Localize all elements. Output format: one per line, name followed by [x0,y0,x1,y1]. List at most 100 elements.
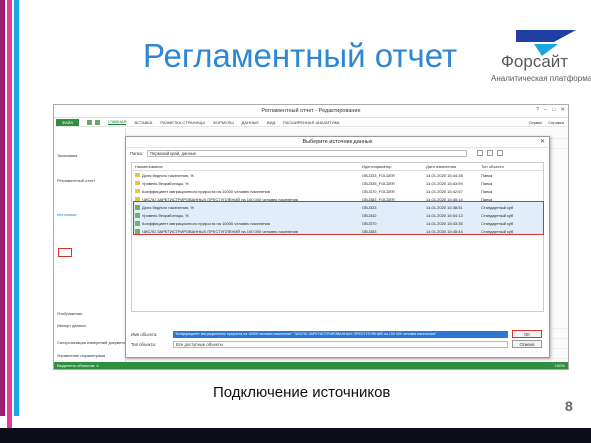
dialog-title: Выберите источник данных [302,139,373,145]
logo-subtitle: Аналитическая платформа [491,74,591,83]
folder-icon [135,189,140,193]
new-folder-icon[interactable] [487,150,494,156]
file-name-cell: Уровень безработицы, % [132,181,362,186]
undo-icon[interactable] [95,119,101,125]
accent-bar-blue [14,0,19,416]
accent-bar-purple [0,0,5,416]
group-label: Экономика [57,153,78,158]
file-id: OBJ335_FOLDER [362,180,395,186]
ok-button[interactable]: OK [512,330,542,338]
dialog-footer: Имя объекта: "Коэффициент миграционного … [131,329,544,349]
file-name-cell: ЧИСЛО ЗАРЕГИСТРИРОВАННЫХ ПРЕСТУПЛЕНИЙ на… [132,228,362,234]
path-label: Папка: [130,150,144,156]
file-name: Доля бедного населения, % [142,172,194,178]
file-type: Стандартный куб [481,212,514,218]
col-id[interactable]: Идентификатор [362,164,426,169]
zoom-level[interactable]: 100% [555,363,568,368]
up-folder-icon[interactable] [477,150,484,156]
report-name[interactable]: Регламентный отчет [57,178,95,183]
file-row[interactable]: Уровень безработицы, % OBJ335_FOLDER 14.01… [132,179,543,187]
file-row[interactable]: Коэффициент миграционного прироста на 10… [132,187,543,195]
col-name[interactable]: Наименование [132,164,362,169]
file-date: 14.01.2020 15:38:51 [426,204,463,210]
params-label[interactable]: Управление параметрами [57,353,105,358]
folder-icon [135,173,140,177]
path-toolbar [477,150,504,156]
file-date: 14.01.2020 15:42:57 [426,188,463,194]
col-type[interactable]: Тип объекта [481,164,541,169]
folder-icon [135,181,140,185]
object-name-field[interactable]: "Коэффициент миграционного прироста на 1… [173,330,508,338]
file-row[interactable]: ЧИСЛО ЗАРЕГИСТРИРОВАННЫХ ПРЕСТУПЛЕНИЙ на… [132,195,543,203]
maximize-icon[interactable]: □ [552,107,555,113]
tab-data[interactable]: ДАННЫЕ [242,120,259,125]
file-row[interactable]: ЧИСЛО ЗАРЕГИСТРИРОВАННЫХ ПРЕСТУПЛЕНИЙ на… [132,227,543,235]
file-name: Коэффициент миграционного прироста на 10… [142,220,270,226]
dialog-title-bar: Выберите источник данных ✕ [126,137,549,148]
tab-layout[interactable]: РАЗМЕТКА СТРАНИЦЫ [160,120,205,125]
help-icon[interactable]: ? [536,107,539,113]
slide-caption: Подключение источников [213,384,391,401]
tab-formulas[interactable]: ФОРМУЛЫ [213,120,234,125]
file-id: OBJ370 [362,220,377,226]
file-name-cell: Коэффициент миграционного прироста на 10… [132,220,362,226]
file-type: Папка [481,172,493,178]
path-row: Папка: Пермский край, данные [126,148,549,158]
tab-analytics[interactable]: РАСШИРЕННАЯ АНАЛИТИКА [283,120,339,125]
object-type-select[interactable]: Все доступные объекты [173,340,508,348]
file-id: OBJ333 [362,204,377,210]
slide-title: Регламентный отчет [143,37,458,74]
file-type: Стандартный куб [481,220,514,226]
tab-sources[interactable]: Источники [57,212,76,217]
close-icon[interactable]: ✕ [560,107,565,113]
file-name-cell: Доля бедного населения, % [132,173,362,178]
file-name: Уровень безработицы, % [142,180,189,186]
window-controls: ? – □ ✕ [536,107,565,113]
object-type-row: Тип объекта: Все доступные объекты Отмен… [131,339,544,349]
cube-icon [135,220,140,226]
tab-view[interactable]: ВИД [267,120,275,125]
file-row[interactable]: Доля бедного населения, % OBJ333_FOLDER 14… [132,171,543,179]
file-name: ЧИСЛО ЗАРЕГИСТРИРОВАННЫХ ПРЕСТУПЛЕНИЙ на… [142,228,298,234]
cube-icon [135,228,140,234]
object-name-row: Имя объекта: "Коэффициент миграционного … [131,329,544,339]
minimize-icon[interactable]: – [544,107,547,113]
bottom-strip [0,428,591,443]
sync-label[interactable]: Синхронизация измерений документа [57,340,128,345]
page-number: 8 [565,398,573,414]
file-id: OBJ383 [362,228,377,234]
view-mode-icon[interactable] [497,150,504,156]
dialog-close-icon[interactable]: ✕ [540,138,545,145]
add-source-button[interactable] [58,248,72,257]
file-id: OBJ342 [362,212,377,218]
tab-insert[interactable]: ВСТАВКА [134,120,152,125]
save-icon[interactable] [87,119,93,125]
file-id: OBJ383_FOLDER [362,196,395,202]
ribbon-tabs: ФАЙЛ ГЛАВНАЯ ВСТАВКА РАЗМЕТКА СТРАНИЦЫ Ф… [54,118,568,127]
file-id: OBJ370_FOLDER [362,188,395,194]
tab-home[interactable]: ГЛАВНАЯ [108,119,127,125]
file-type: Стандартный куб [481,228,514,234]
file-list: Наименование Идентификатор Дата изменени… [131,162,544,312]
file-row[interactable]: Коэффициент миграционного прироста на 10… [132,219,543,227]
cube-icon [135,212,140,218]
menu-service[interactable]: Сервис [529,120,543,125]
status-bar: Выделено объектов: 4 100% [54,362,568,369]
file-id: OBJ333_FOLDER [362,172,395,178]
cancel-button[interactable]: Отмена [512,340,542,348]
tab-file[interactable]: ФАЙЛ [56,118,80,126]
file-name: Уровень безработицы, % [142,212,189,218]
file-date: 14.01.2020 16:04:13 [426,212,463,218]
file-row[interactable]: Доля бедного населения, % OBJ333 14.01.202… [132,203,543,211]
display-label: Отображение [57,311,83,316]
col-date[interactable]: Дата изменения [426,164,481,169]
file-name-cell: Доля бедного населения, % [132,204,362,210]
folder-icon [135,197,140,201]
accent-bar-pink [7,0,12,428]
path-select[interactable]: Пермский край, данные [147,149,468,157]
menu-help[interactable]: Справка [548,120,564,125]
file-list-header: Наименование Идентификатор Дата изменени… [132,163,543,171]
import-label[interactable]: Импорт данных [57,323,86,328]
file-row[interactable]: Уровень безработицы, % OBJ342 14.01.2020 1… [132,211,543,219]
file-name: Доля бедного населения, % [142,204,194,210]
